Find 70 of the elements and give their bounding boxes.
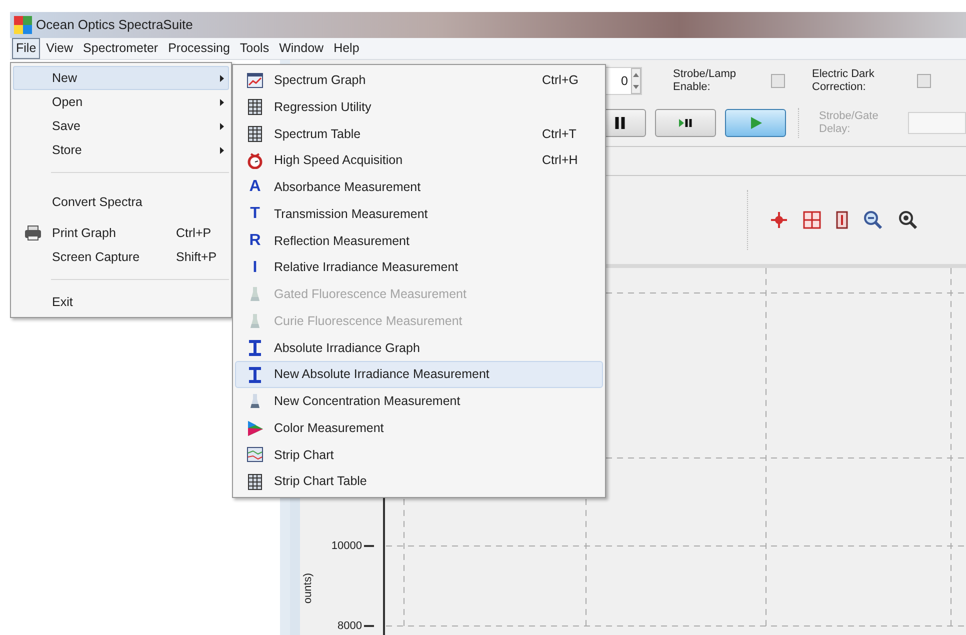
- stopwatch-icon: [247, 152, 263, 170]
- y-tick-label: 10000: [330, 540, 362, 552]
- letter-icon: T: [250, 206, 260, 222]
- menu-item[interactable]: Spectrometer: [79, 38, 162, 59]
- menu-item[interactable]: Regression Utility: [235, 94, 603, 120]
- ibeam-icon: [249, 340, 261, 356]
- fit-grid-icon[interactable]: [803, 211, 821, 229]
- strip-chart-icon: [247, 447, 263, 462]
- menu-item[interactable]: Tools: [236, 38, 274, 59]
- table-icon: [248, 99, 262, 116]
- menu-item[interactable]: Open: [13, 90, 229, 114]
- menu-item[interactable]: Spectrum Graph Ctrl+G: [235, 67, 603, 94]
- letter-icon: R: [249, 232, 261, 249]
- submenu-arrow-icon: [220, 146, 224, 154]
- menu-item[interactable]: R Reflection Measurement: [235, 228, 603, 254]
- submenu-arrow-icon: [220, 122, 224, 130]
- zoom-in-icon[interactable]: [898, 210, 918, 230]
- printer-icon: [24, 225, 42, 241]
- dark-correction-label: Electric Dark Correction:: [812, 68, 876, 94]
- strobe-gate-field[interactable]: [908, 112, 966, 134]
- menu-item[interactable]: Absolute Irradiance Graph: [235, 334, 603, 362]
- flask-icon: [250, 286, 260, 302]
- zoom-out-icon[interactable]: [863, 210, 883, 230]
- menu-item[interactable]: A Absorbance Measurement: [235, 174, 603, 201]
- menu-item[interactable]: File: [12, 38, 40, 59]
- submenu-arrow-icon: [220, 98, 224, 106]
- menu-item[interactable]: Window: [275, 38, 328, 59]
- menu-item[interactable]: Screen Capture Shift+P: [13, 245, 229, 269]
- graph-window-icon: [247, 72, 263, 88]
- submenu-arrow-icon: [220, 74, 224, 82]
- menu-item[interactable]: New Absolute Irradiance Measurement: [235, 361, 603, 388]
- menu-item[interactable]: High Speed Acquisition Ctrl+H: [235, 147, 603, 174]
- menu-item[interactable]: Color Measurement: [235, 414, 603, 442]
- strobe-gate-label: Strobe/Gate Delay:: [819, 110, 880, 136]
- menu-item[interactable]: Processing: [164, 38, 234, 59]
- crosshair-icon[interactable]: [770, 211, 788, 229]
- ibeam-icon: [249, 366, 261, 383]
- menu-item[interactable]: View: [42, 38, 78, 59]
- table-icon: [248, 126, 262, 142]
- menu-item[interactable]: Store: [13, 138, 229, 162]
- y-axis-label: ounts): [302, 573, 314, 604]
- spin-arrows-icon[interactable]: [631, 68, 641, 94]
- step-button[interactable]: [655, 109, 716, 137]
- dark-correction-checkbox[interactable]: [917, 74, 931, 88]
- strobe-lamp-checkbox[interactable]: [771, 74, 785, 88]
- play-button[interactable]: [725, 109, 786, 137]
- app-logo-icon: [14, 16, 32, 34]
- menu-item[interactable]: Help: [330, 38, 364, 59]
- spinner-value: 0: [621, 72, 629, 90]
- y-tick-label: 8000: [336, 620, 362, 632]
- flask-icon: [250, 313, 260, 330]
- color-triangle-icon: [248, 420, 262, 436]
- menu-item[interactable]: Save: [13, 114, 229, 138]
- menu-item[interactable]: I Relative Irradiance Measurement: [235, 254, 603, 281]
- menu-item[interactable]: Strip Chart Table: [235, 468, 603, 495]
- window-title: Ocean Optics SpectraSuite: [36, 16, 193, 34]
- strobe-lamp-label: Strobe/Lamp Enable:: [673, 68, 737, 94]
- menu-item[interactable]: Strip Chart: [235, 442, 603, 468]
- flask-icon: [250, 393, 260, 410]
- menu-item[interactable]: New Concentration Measurement: [235, 388, 603, 415]
- letter-icon: I: [252, 260, 258, 276]
- menu-item[interactable]: Convert Spectra: [13, 190, 229, 214]
- menu-item[interactable]: Print Graph Ctrl+P: [13, 221, 229, 245]
- menu-item[interactable]: T Transmission Measurement: [235, 200, 603, 228]
- table-icon: [248, 474, 262, 490]
- menu-item[interactable]: Spectrum Table Ctrl+T: [235, 120, 603, 148]
- letter-icon: A: [249, 179, 261, 196]
- menu-item[interactable]: New: [13, 66, 229, 90]
- menu-item[interactable]: Exit: [13, 290, 229, 314]
- vertical-bar-icon[interactable]: [836, 211, 848, 229]
